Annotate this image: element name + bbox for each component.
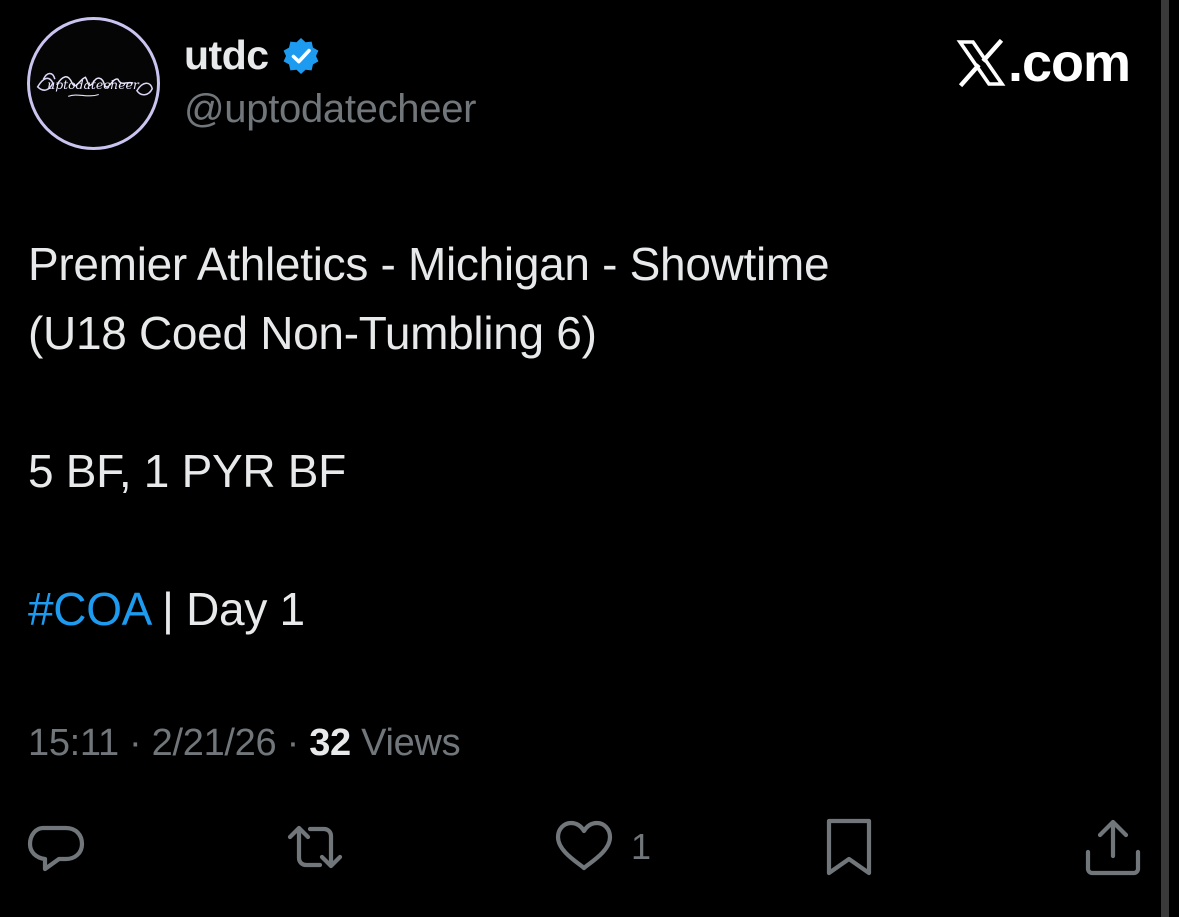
tweet-date[interactable]: 2/21/26 — [152, 722, 277, 764]
repost-icon — [287, 825, 343, 869]
share-button[interactable] — [1082, 812, 1144, 882]
butterfly-script-logo-icon: uptodatecheer — [36, 72, 154, 97]
bookmark-button[interactable] — [818, 812, 880, 882]
meta-separator: · — [118, 722, 152, 764]
reply-icon — [27, 825, 85, 872]
like-button[interactable]: 1 — [553, 812, 651, 882]
author-name-row: utdc — [184, 32, 321, 79]
tweet-line: Premier Athletics - Michigan - Showtime — [28, 238, 830, 290]
repost-button[interactable] — [284, 812, 346, 882]
like-count: 1 — [631, 826, 652, 867]
action-bar: 1 — [0, 812, 1160, 882]
x-logo-icon — [956, 38, 1006, 88]
tweet-meta: 15:11 · 2/21/26 · 32 Views — [28, 722, 461, 765]
views-label: Views — [350, 722, 461, 764]
brand-domain: .com — [1007, 33, 1131, 93]
tweet-hashtag-line: #COA | Day 1 — [28, 575, 1128, 644]
hashtag-suffix: | Day 1 — [149, 583, 305, 635]
bookmark-icon — [826, 818, 872, 876]
tweet-line: 5 BF, 1 PYR BF — [28, 445, 346, 497]
tweet-time[interactable]: 15:11 — [28, 722, 119, 764]
tweet-line: (U18 Coed Non-Tumbling 6) — [28, 307, 597, 359]
tweet-text: Premier Athletics - Michigan - Showtime … — [28, 230, 1128, 644]
tweet: uptodatecheer utdc @uptodatecheer .com P… — [0, 0, 1160, 917]
author-handle[interactable]: @uptodatecheer — [184, 87, 476, 132]
scrollbar[interactable] — [1161, 0, 1169, 917]
hashtag-link[interactable]: #COA — [28, 583, 150, 635]
avatar-script: uptodatecheer — [47, 77, 140, 92]
share-icon — [1085, 819, 1141, 876]
heart-icon — [555, 820, 613, 871]
tweet-line — [28, 506, 1128, 575]
meta-separator: · — [276, 722, 310, 764]
tweet-line — [28, 368, 1128, 437]
reply-button[interactable] — [25, 812, 87, 882]
verified-badge-icon — [283, 37, 318, 74]
views-count[interactable]: 32 — [309, 722, 351, 764]
avatar[interactable]: uptodatecheer — [27, 17, 160, 150]
brand-watermark: .com — [956, 33, 1131, 93]
display-name[interactable]: utdc — [184, 32, 269, 79]
